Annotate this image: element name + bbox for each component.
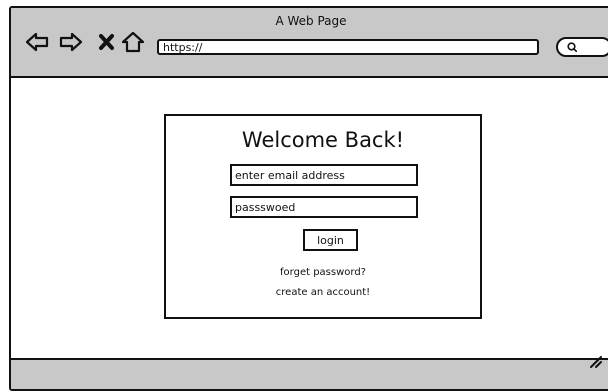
url-input[interactable]: https://: [157, 39, 539, 55]
create-account-link[interactable]: create an account!: [166, 287, 480, 298]
url-text: https://: [163, 41, 203, 54]
page-title: A Web Page: [275, 14, 347, 28]
browser-window: A Web Page https:// Welcome Back! login …: [9, 6, 608, 391]
resize-grip-icon[interactable]: [588, 354, 602, 368]
login-card: Welcome Back! login forget password? cre…: [164, 114, 482, 319]
password-field[interactable]: [230, 196, 418, 218]
login-button[interactable]: login: [303, 229, 358, 251]
email-field[interactable]: [230, 164, 418, 186]
search-button[interactable]: [556, 37, 608, 57]
browser-toolbar: A Web Page https://: [11, 8, 608, 78]
welcome-heading: Welcome Back!: [241, 128, 405, 152]
arrow-left-icon[interactable]: [25, 30, 49, 54]
status-bar: [11, 358, 608, 389]
home-icon[interactable]: [121, 30, 145, 54]
arrow-right-icon[interactable]: [59, 30, 83, 54]
search-icon: [567, 42, 577, 52]
close-icon[interactable]: [95, 30, 119, 54]
forgot-password-link[interactable]: forget password?: [166, 267, 480, 278]
